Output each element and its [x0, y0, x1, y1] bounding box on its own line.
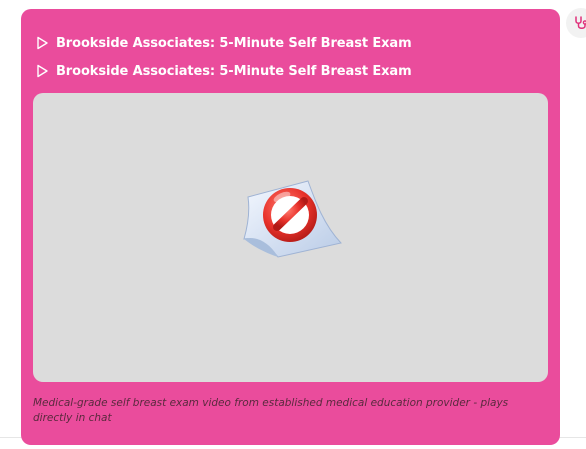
video-caption: Medical-grade self breast exam video fro… [33, 397, 509, 424]
stethoscope-button[interactable] [566, 8, 586, 38]
video-card: Brookside Associates: 5-Minute Self Brea… [21, 9, 560, 445]
play-icon [35, 36, 49, 50]
play-icon [35, 64, 49, 78]
video-title-link-1[interactable]: Brookside Associates: 5-Minute Self Brea… [35, 34, 412, 52]
video-player[interactable] [33, 93, 548, 382]
stethoscope-icon [575, 16, 586, 29]
video-title: Brookside Associates: 5-Minute Self Brea… [56, 35, 412, 51]
video-title: Brookside Associates: 5-Minute Self Brea… [56, 63, 412, 79]
video-title-link-2[interactable]: Brookside Associates: 5-Minute Self Brea… [35, 62, 412, 80]
blocked-icon [238, 175, 348, 265]
